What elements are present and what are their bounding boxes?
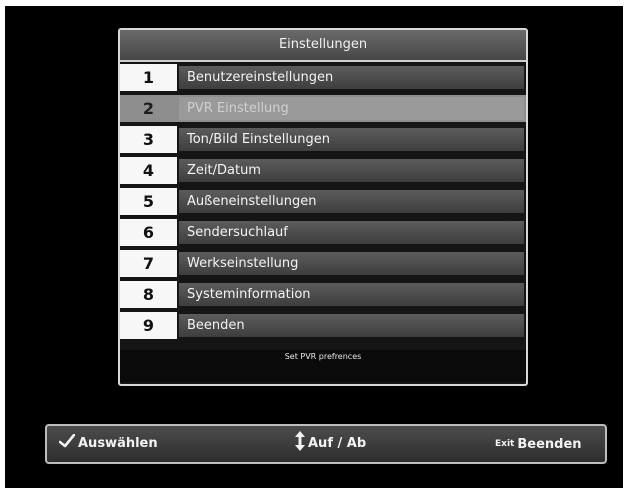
menu-item-outdoor-settings[interactable]: 5 Außeneinstellungen <box>120 188 526 215</box>
menu-item-number: 4 <box>120 157 177 184</box>
up-down-arrows-icon <box>295 426 305 462</box>
menu-item-time-date[interactable]: 4 Zeit/Datum <box>120 157 526 184</box>
exit-hint: Exit Beenden <box>495 426 582 462</box>
tv-screen: Einstellungen 1 Benutzereinstellungen 2 … <box>5 6 623 488</box>
menu-item-user-settings[interactable]: 1 Benutzereinstellungen <box>120 64 526 91</box>
menu-item-number: 1 <box>120 64 177 91</box>
menu-item-pvr-settings[interactable]: 2 PVR Einstellung <box>120 95 526 122</box>
menu-item-label: Außeneinstellungen <box>179 190 524 213</box>
menu-item-exit[interactable]: 9 Beenden <box>120 312 526 339</box>
menu-item-system-information[interactable]: 8 Systeminformation <box>120 281 526 308</box>
select-hint: Auswählen <box>58 426 158 462</box>
help-text: Set PVR prefrences <box>120 350 526 382</box>
menu-item-label: Benutzereinstellungen <box>179 66 524 89</box>
menu-item-number: 6 <box>120 219 177 246</box>
menu-title: Einstellungen <box>120 30 526 62</box>
menu-item-label: Beenden <box>179 314 524 337</box>
exit-key-icon: Exit <box>495 439 515 449</box>
settings-menu: Einstellungen 1 Benutzereinstellungen 2 … <box>118 28 528 386</box>
menu-item-label: Systeminformation <box>179 283 524 306</box>
key-legend-bar: Auswählen Auf / Ab Exit Beenden <box>45 424 607 464</box>
menu-item-number: 3 <box>120 126 177 153</box>
menu-item-label: Zeit/Datum <box>179 159 524 182</box>
navigate-label: Auf / Ab <box>308 436 367 451</box>
menu-item-channel-search[interactable]: 6 Sendersuchlauf <box>120 219 526 246</box>
checkmark-icon <box>58 426 76 462</box>
menu-item-sound-picture-settings[interactable]: 3 Ton/Bild Einstellungen <box>120 126 526 153</box>
menu-item-factory-reset[interactable]: 7 Werkseinstellung <box>120 250 526 277</box>
menu-item-number: 8 <box>120 281 177 308</box>
menu-item-number: 9 <box>120 312 177 339</box>
menu-item-label: Sendersuchlauf <box>179 221 524 244</box>
exit-label: Beenden <box>517 437 582 452</box>
menu-item-number: 7 <box>120 250 177 277</box>
menu-item-label: Werkseinstellung <box>179 252 524 275</box>
select-label: Auswählen <box>78 436 158 451</box>
menu-item-number: 5 <box>120 188 177 215</box>
navigate-hint: Auf / Ab <box>295 426 366 462</box>
menu-item-label: Ton/Bild Einstellungen <box>179 128 524 151</box>
menu-item-number: 2 <box>120 95 177 122</box>
menu-item-label: PVR Einstellung <box>179 97 524 120</box>
